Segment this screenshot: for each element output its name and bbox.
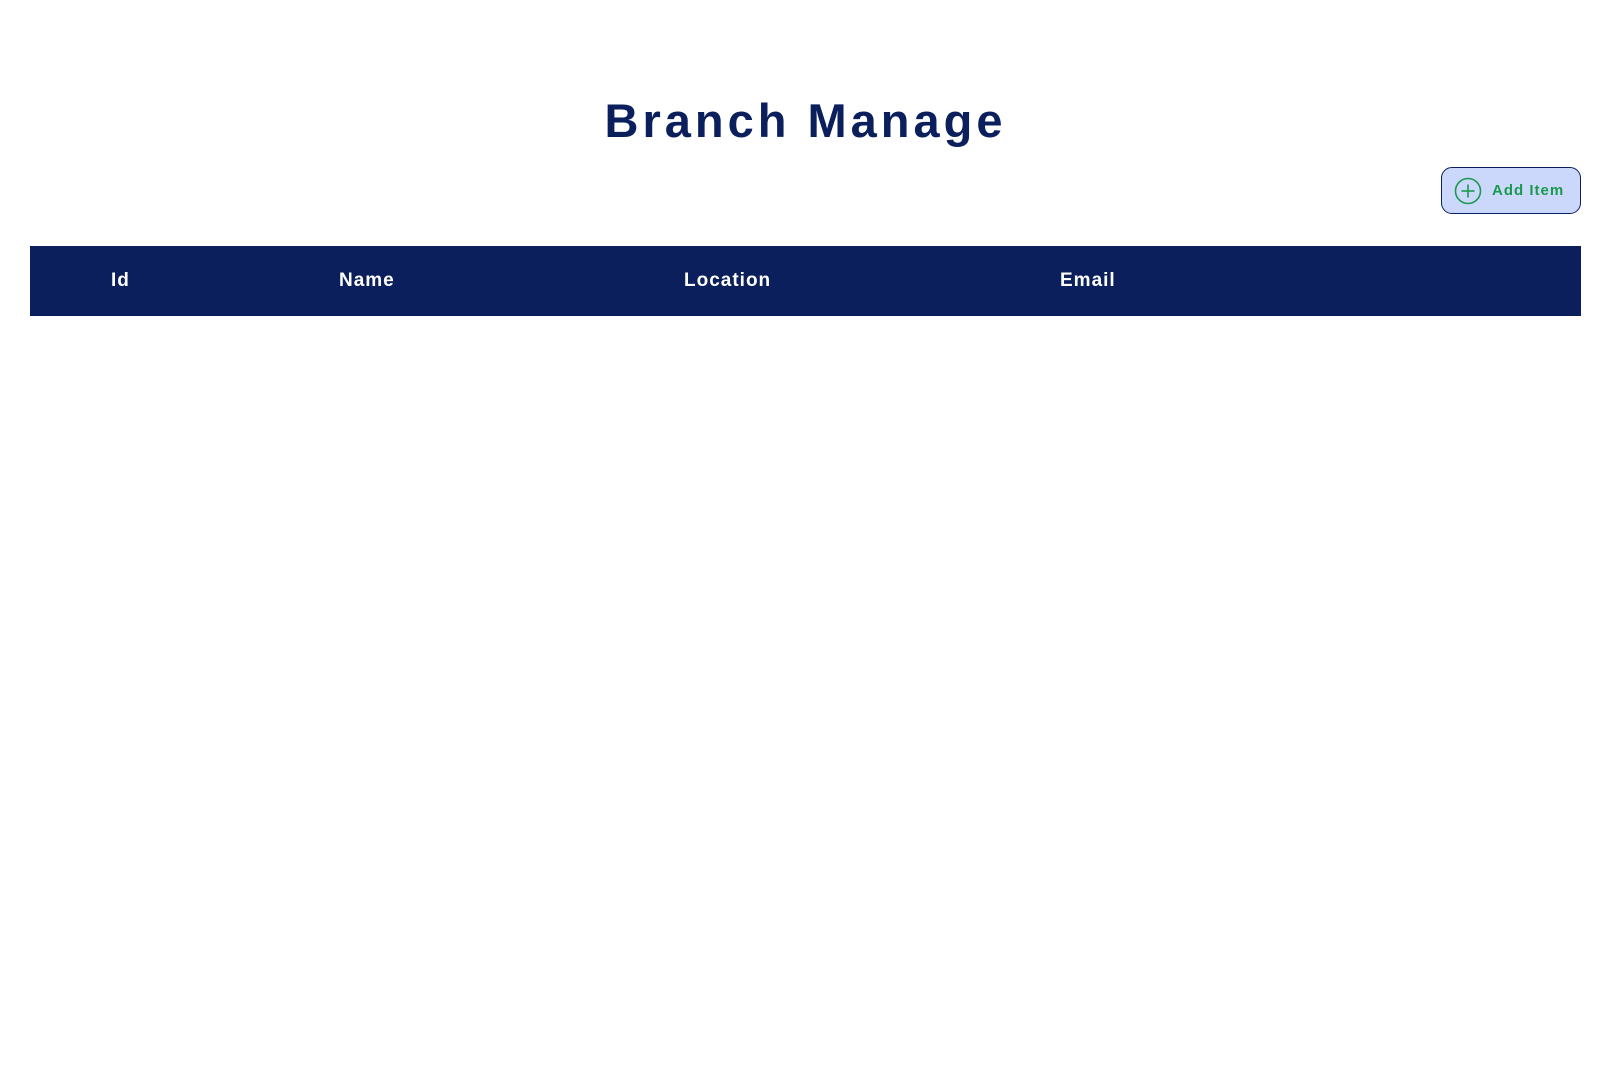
table-header-row: Id Name Location Email — [30, 246, 1581, 316]
column-header-id-label: Id — [111, 270, 130, 291]
column-header-location-label: Location — [684, 270, 772, 291]
column-header-email[interactable]: Email — [1060, 246, 1581, 316]
add-item-button[interactable]: Add Item — [1441, 167, 1581, 214]
table-header: Id Name Location Email — [30, 246, 1581, 316]
add-item-label: Add Item — [1492, 182, 1565, 199]
column-header-location[interactable]: Location — [684, 246, 1060, 316]
page-title: Branch Manage — [604, 94, 1007, 147]
column-header-name-label: Name — [339, 270, 395, 291]
branch-table: Id Name Location Email — [30, 246, 1581, 316]
plus-circle-icon — [1454, 177, 1482, 205]
column-header-name[interactable]: Name — [339, 246, 684, 316]
column-header-id[interactable]: Id — [30, 246, 339, 316]
column-header-email-label: Email — [1060, 270, 1116, 291]
